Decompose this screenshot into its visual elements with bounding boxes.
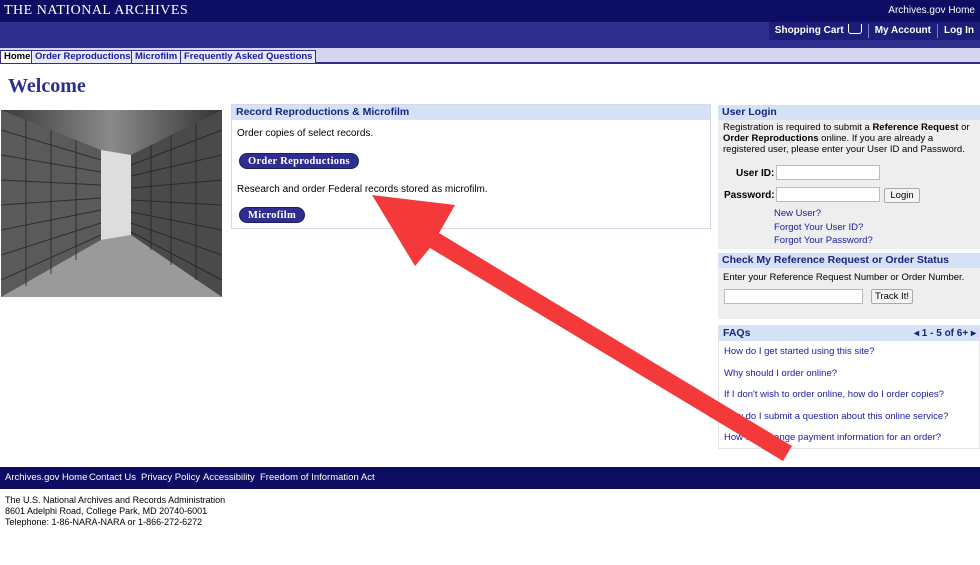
faq-item[interactable]: Why should I order online?: [724, 368, 837, 379]
account-bar: Shopping Cart My Account Log In: [0, 22, 980, 48]
footer-address: The U.S. National Archives and Records A…: [5, 495, 225, 528]
address-line: Telephone: 1-86-NARA-NARA or 1-866-272-6…: [5, 517, 203, 527]
page-title: Welcome: [8, 75, 86, 97]
password-label: Password:: [724, 190, 775, 201]
archive-shelves-image: [1, 110, 222, 297]
order-reproductions-button[interactable]: Order Reproductions: [239, 153, 359, 169]
address-line: 8601 Adelphi Road, College Park, MD 2074…: [5, 506, 208, 516]
login-description: Registration is required to submit a Ref…: [723, 122, 970, 155]
record-panel-title: Record Reproductions & Microfilm: [232, 105, 710, 120]
tab-microfilm[interactable]: Microfilm: [131, 50, 182, 63]
order-status-description: Enter your Reference Request Number or O…: [723, 272, 965, 283]
microfilm-button[interactable]: Microfilm: [239, 207, 305, 223]
login-button[interactable]: Login: [884, 188, 920, 203]
user-id-label: User ID:: [736, 168, 775, 179]
forgot-password-link[interactable]: Forgot Your Password?: [774, 235, 873, 246]
footer-privacy-link[interactable]: Privacy Policy: [141, 472, 200, 483]
archives-home-link[interactable]: Archives.gov Home: [888, 5, 975, 16]
order-status-title: Check My Reference Request or Order Stat…: [718, 253, 980, 268]
tab-home[interactable]: Home: [0, 50, 35, 63]
cart-icon: [847, 24, 862, 34]
sidebar: User Login Registration is required to s…: [718, 105, 980, 449]
forgot-user-id-link[interactable]: Forgot Your User ID?: [774, 222, 863, 233]
password-input[interactable]: [776, 187, 880, 202]
footer-archives-home-link[interactable]: Archives.gov Home: [5, 472, 87, 483]
next-arrow-icon[interactable]: ▸: [971, 328, 976, 339]
faqs-title: FAQs: [723, 327, 751, 339]
faq-item[interactable]: How do I change payment information for …: [724, 432, 941, 443]
main-tabs: Home Order Reproductions Microfilm Frequ…: [0, 48, 980, 64]
site-brand[interactable]: THE NATIONAL ARCHIVES: [4, 3, 188, 19]
footer-accessibility-link[interactable]: Accessibility: [203, 472, 255, 483]
order-number-input[interactable]: [724, 289, 863, 304]
footer-foia-link[interactable]: Freedom of Information Act: [260, 472, 375, 483]
microfilm-description: Research and order Federal records store…: [237, 184, 488, 195]
login-section: User Login Registration is required to s…: [718, 105, 980, 249]
faq-item[interactable]: How do I get started using this site?: [724, 346, 875, 357]
new-user-link[interactable]: New User?: [774, 208, 821, 219]
footer-nav: Archives.gov Home Contact Us Privacy Pol…: [0, 467, 980, 489]
account-links: Shopping Cart My Account Log In: [768, 22, 980, 40]
track-it-button[interactable]: Track It!: [871, 289, 913, 304]
faq-item[interactable]: How do I submit a question about this on…: [724, 411, 948, 422]
order-status-section: Check My Reference Request or Order Stat…: [718, 253, 980, 319]
login-title: User Login: [718, 105, 980, 120]
faq-item[interactable]: If I don't wish to order online, how do …: [724, 389, 944, 400]
log-in-link[interactable]: Log In: [937, 24, 980, 38]
tab-order-reproductions[interactable]: Order Reproductions: [31, 50, 135, 63]
user-id-input[interactable]: [776, 165, 880, 180]
tab-faq[interactable]: Frequently Asked Questions: [180, 50, 317, 63]
faqs-pager: ◂ 1 - 5 of 6+ ▸: [913, 328, 976, 339]
address-line: The U.S. National Archives and Records A…: [5, 495, 226, 505]
order-description: Order copies of select records.: [237, 128, 374, 139]
my-account-link[interactable]: My Account: [867, 24, 937, 38]
faqs-header: FAQs ◂ 1 - 5 of 6+ ▸: [719, 326, 979, 341]
faqs-section: FAQs ◂ 1 - 5 of 6+ ▸ How do I get starte…: [718, 325, 980, 449]
shopping-cart-link[interactable]: Shopping Cart: [769, 24, 868, 38]
top-banner: THE NATIONAL ARCHIVES Archives.gov Home: [0, 0, 980, 22]
record-reproductions-panel: Record Reproductions & Microfilm Order c…: [231, 104, 711, 229]
prev-arrow-icon[interactable]: ◂: [914, 328, 919, 339]
footer-contact-link[interactable]: Contact Us: [89, 472, 136, 483]
